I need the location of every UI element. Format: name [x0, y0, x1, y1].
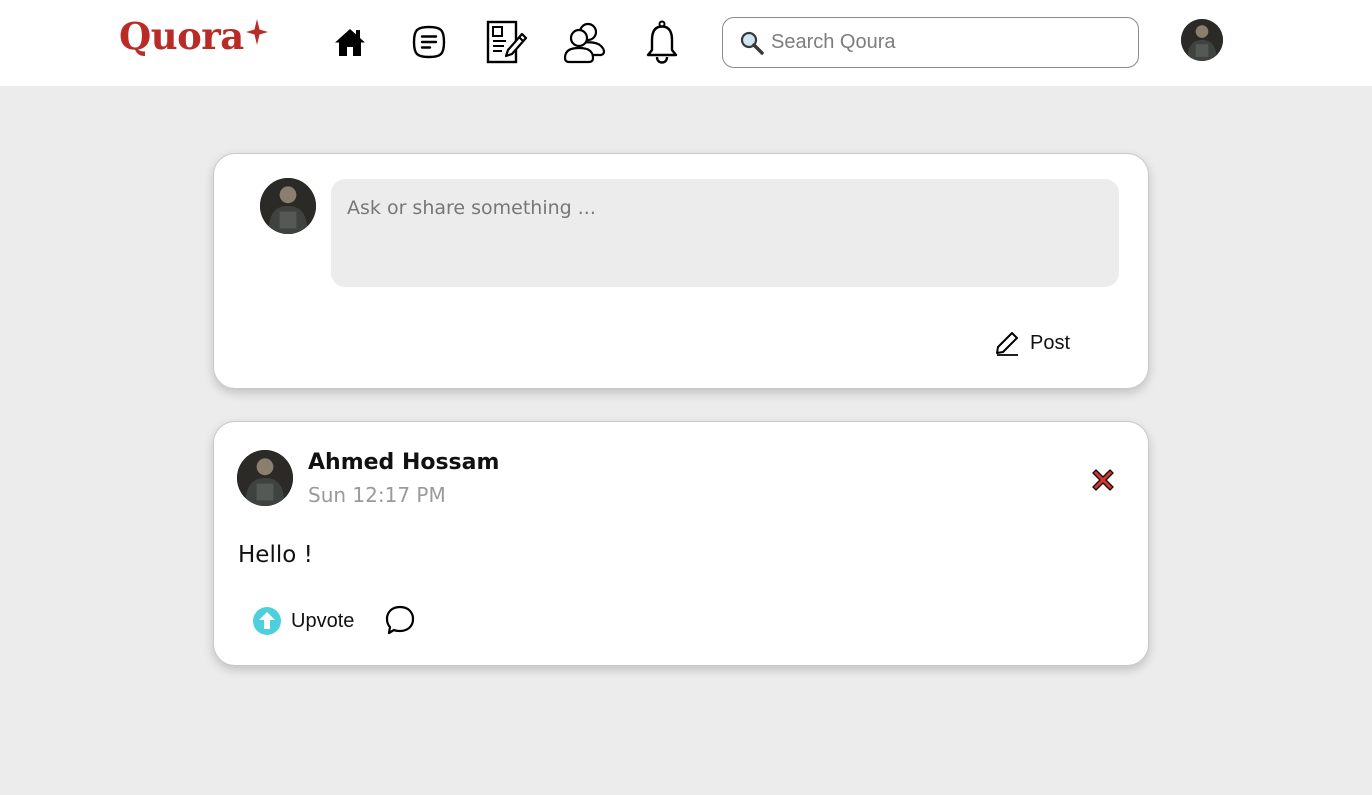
logo-text: Quora [119, 14, 244, 58]
top-navbar: Quora [0, 0, 1372, 86]
ask-input[interactable]: Ask or share something ... [331, 179, 1119, 287]
post-label: Post [1030, 331, 1071, 354]
quora-logo[interactable]: Quora [119, 14, 268, 58]
comment-button[interactable] [384, 604, 416, 636]
pencil-icon [996, 332, 1018, 356]
post-button[interactable]: Post [994, 328, 1070, 358]
post-card: Ahmed Hossam Sun 12:17 PM Hello ! Upvote [213, 421, 1149, 666]
search-input[interactable] [771, 31, 1111, 54]
write-icon[interactable] [482, 18, 530, 66]
answers-icon[interactable] [405, 18, 453, 66]
comment-icon [385, 605, 415, 635]
author-name[interactable]: Ahmed Hossam [308, 450, 499, 475]
post-body: Hello ! [238, 542, 313, 568]
upvote-button[interactable]: Upvote [252, 605, 354, 637]
bell-icon[interactable] [638, 18, 686, 66]
upvote-icon [253, 607, 281, 635]
author-avatar[interactable] [237, 450, 293, 506]
profile-avatar[interactable] [1181, 19, 1223, 61]
close-icon [1092, 469, 1114, 491]
post-timestamp: Sun 12:17 PM [308, 483, 446, 507]
composer-card: Ask or share something ... Post [213, 153, 1149, 389]
delete-post-button[interactable] [1089, 466, 1117, 494]
composer-avatar [260, 178, 316, 234]
upvote-label: Upvote [291, 609, 355, 632]
people-icon[interactable] [560, 18, 608, 66]
search-icon [740, 31, 764, 55]
search-box[interactable] [722, 17, 1139, 68]
sparkle-icon [245, 19, 268, 45]
ask-placeholder: Ask or share something ... [347, 197, 596, 219]
home-icon[interactable] [326, 18, 374, 66]
